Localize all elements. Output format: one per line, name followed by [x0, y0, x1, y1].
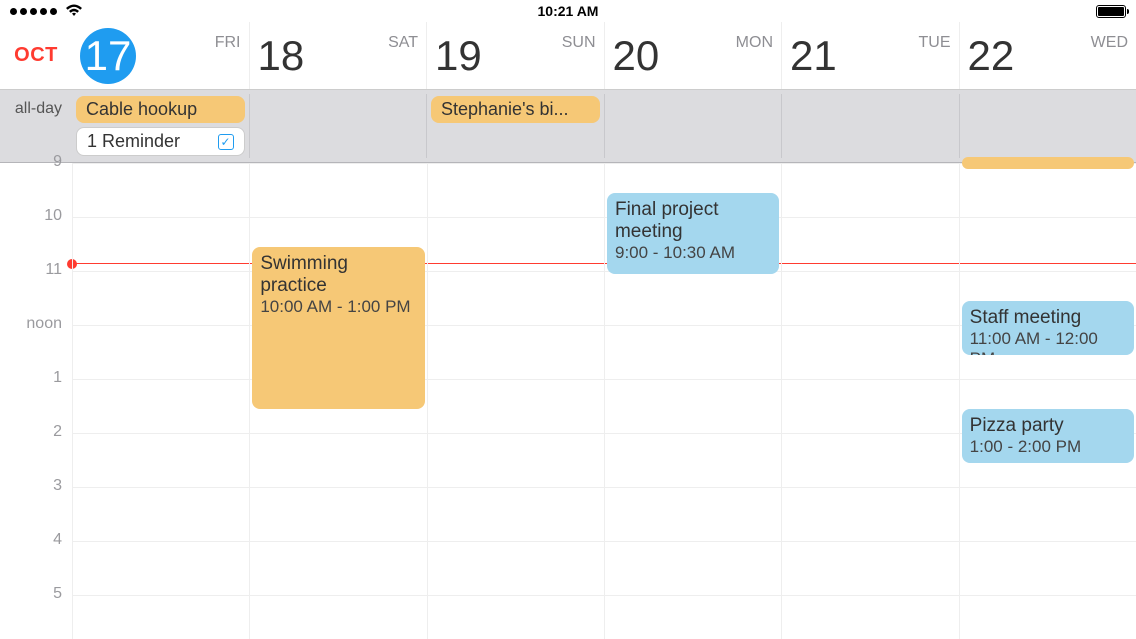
allday-event-stephanie[interactable]: Stephanie's bi... [431, 96, 600, 123]
allday-col-1[interactable] [249, 94, 427, 158]
allday-col-3[interactable] [604, 94, 782, 158]
day-short: TUE [901, 34, 951, 52]
allday-event-cable[interactable]: Cable hookup [76, 96, 245, 123]
day-short: FRI [191, 34, 241, 52]
day-number: 19 [435, 32, 482, 80]
hour-label: 4 [0, 531, 72, 549]
hour-label: 1 [0, 369, 72, 387]
day-column-wed[interactable]: 22 WED [959, 22, 1136, 89]
event-title: Final project meeting [615, 199, 771, 243]
day-column-sun[interactable]: 19 SUN [426, 22, 604, 89]
checkbox-icon: ✓ [218, 134, 234, 150]
status-bar: 10:21 AM [0, 0, 1136, 22]
allday-event-reminder[interactable]: 1 Reminder ✓ [76, 127, 245, 156]
day-number: 22 [968, 32, 1015, 80]
hour-label: 2 [0, 423, 72, 441]
day-number: 18 [258, 32, 305, 80]
allday-col-2[interactable]: Stephanie's bi... [426, 94, 604, 158]
day-number: 21 [790, 32, 837, 80]
event-pizza-party[interactable]: Pizza party 1:00 - 2:00 PM [962, 409, 1134, 463]
day-column-sat[interactable]: 18 SAT [249, 22, 427, 89]
hour-label: noon [0, 315, 72, 333]
event-partial-top[interactable] [962, 157, 1134, 169]
grid-col-sun[interactable] [427, 163, 604, 639]
event-title: Pizza party [970, 415, 1126, 437]
hour-label: 11 [0, 261, 72, 279]
day-short: SUN [546, 34, 596, 52]
day-number: 20 [613, 32, 660, 80]
event-time: 11:00 AM - 12:00 PM [970, 329, 1126, 355]
month-label[interactable]: OCT [0, 44, 72, 67]
grid-col-wed[interactable]: Staff meeting 11:00 AM - 12:00 PM Pizza … [959, 163, 1136, 639]
event-time: 10:00 AM - 1:00 PM [260, 297, 416, 317]
day-labels: 17 FRI 18 SAT 19 SUN 20 MON 21 TUE 22 WE… [72, 22, 1136, 89]
event-time: 1:00 - 2:00 PM [970, 437, 1126, 457]
time-grid[interactable]: 9 10 11 noon 1 2 3 4 5 Swimming practic [0, 163, 1136, 639]
allday-col-5[interactable] [959, 94, 1136, 158]
allday-col-0[interactable]: Cable hookup 1 Reminder ✓ [72, 94, 249, 158]
grid-col-tue[interactable] [781, 163, 958, 639]
battery-icon [1096, 5, 1126, 18]
hour-label: 5 [0, 585, 72, 603]
event-time: 9:00 - 10:30 AM [615, 243, 771, 263]
event-swimming[interactable]: Swimming practice 10:00 AM - 1:00 PM [252, 247, 424, 409]
calendar-header: OCT 17 FRI 18 SAT 19 SUN 20 MON 21 TUE 2… [0, 22, 1136, 90]
grid-col-fri[interactable] [72, 163, 249, 639]
allday-col-4[interactable] [781, 94, 959, 158]
event-staff-meeting[interactable]: Staff meeting 11:00 AM - 12:00 PM [962, 301, 1134, 355]
hour-label: 9 [0, 153, 72, 171]
hour-label: 10 [0, 207, 72, 225]
day-column-mon[interactable]: 20 MON [604, 22, 782, 89]
allday-label: all-day [0, 94, 72, 158]
event-final-meeting[interactable]: Final project meeting 9:00 - 10:30 AM [607, 193, 779, 274]
day-column-fri[interactable]: 17 FRI [72, 22, 249, 89]
day-number: 17 [80, 28, 136, 84]
hour-label: 3 [0, 477, 72, 495]
day-column-tue[interactable]: 21 TUE [781, 22, 959, 89]
grid-col-sat[interactable]: Swimming practice 10:00 AM - 1:00 PM [249, 163, 426, 639]
day-short: SAT [368, 34, 418, 52]
allday-band: all-day Cable hookup 1 Reminder ✓ Stepha… [0, 90, 1136, 163]
event-title: Swimming practice [260, 253, 416, 297]
wifi-icon [65, 3, 83, 20]
event-title: Staff meeting [970, 307, 1126, 329]
hour-gutter: 9 10 11 noon 1 2 3 4 5 [0, 163, 72, 639]
grid-col-mon[interactable]: Final project meeting 9:00 - 10:30 AM [604, 163, 781, 639]
reminder-label: 1 Reminder [87, 131, 180, 152]
status-time: 10:21 AM [538, 3, 599, 19]
day-short: MON [723, 34, 773, 52]
day-short: WED [1078, 34, 1128, 52]
signal-dots-icon [10, 8, 57, 15]
